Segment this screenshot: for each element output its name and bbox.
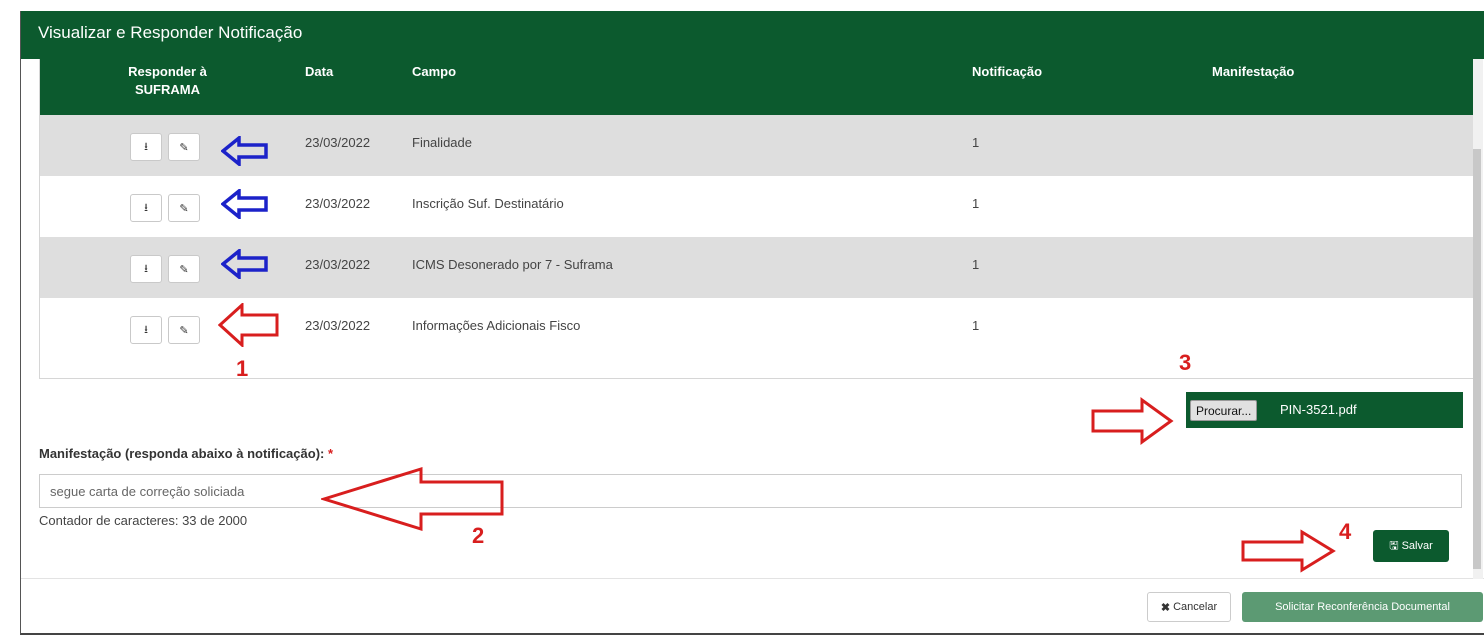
row-date: 23/03/2022 xyxy=(305,318,371,333)
download-icon: ⭳ xyxy=(144,140,148,153)
edit-button[interactable]: ✎ xyxy=(168,316,200,344)
annotation-arrow-right-red xyxy=(1091,397,1174,445)
cancel-button-label: Cancelar xyxy=(1173,601,1218,613)
notification-modal: Visualizar e Responder Notificação Respo… xyxy=(20,11,1484,635)
row-campo: ICMS Desonerado por 7 - Suframa xyxy=(412,257,613,272)
annotation-step-1: 1 xyxy=(236,356,249,381)
annotation-arrow-left-blue xyxy=(221,189,268,219)
annotation-step-4: 4 xyxy=(1339,519,1352,544)
modal-header: Visualizar e Responder Notificação xyxy=(21,11,1484,59)
edit-button[interactable]: ✎ xyxy=(168,133,200,161)
header-responder-line1: Responder à xyxy=(128,64,207,79)
row-campo: Finalidade xyxy=(412,135,472,150)
table-header: Responder à SUFRAMA Data Campo Notificaç… xyxy=(40,59,1481,115)
scrollbar[interactable] xyxy=(1473,59,1483,579)
header-manifestacao: Manifestação xyxy=(1212,64,1295,79)
row-notificacao: 1 xyxy=(972,196,980,211)
manifestation-label: Manifestação (responda abaixo à notifica… xyxy=(39,446,333,461)
manifestation-input[interactable] xyxy=(39,474,1462,508)
character-counter: Contador de caracteres: 33 de 2000 xyxy=(39,513,248,528)
header-responder: Responder à SUFRAMA xyxy=(110,63,225,99)
modal-title: Visualizar e Responder Notificação xyxy=(38,23,303,42)
file-upload-field[interactable]: Procurar... PIN-3521.pdf xyxy=(1186,392,1463,428)
annotation-arrow-right-red xyxy=(1241,529,1336,573)
annotation-arrow-left-blue xyxy=(221,249,268,279)
row-date: 23/03/2022 xyxy=(305,196,371,211)
download-icon: ⭳ xyxy=(144,262,148,275)
edit-icon: ✎ xyxy=(179,324,189,337)
save-button-label: Salvar xyxy=(1401,540,1433,552)
download-button[interactable]: ⭳ xyxy=(130,316,162,344)
close-icon: ✖ xyxy=(1160,601,1171,614)
selected-file-name: PIN-3521.pdf xyxy=(1280,402,1357,417)
edit-icon: ✎ xyxy=(179,141,189,154)
row-notificacao: 1 xyxy=(972,257,980,272)
download-button[interactable]: ⭳ xyxy=(130,194,162,222)
header-campo: Campo xyxy=(412,64,457,79)
row-date: 23/03/2022 xyxy=(305,257,371,272)
browse-button[interactable]: Procurar... xyxy=(1190,400,1258,421)
row-campo: Informações Adicionais Fisco xyxy=(412,318,581,333)
scrollbar-thumb[interactable] xyxy=(1473,149,1481,569)
download-button[interactable]: ⭳ xyxy=(130,133,162,161)
edit-icon: ✎ xyxy=(179,202,189,215)
row-date: 23/03/2022 xyxy=(305,135,371,150)
annotation-step-2: 2 xyxy=(472,523,485,548)
manifestation-label-text: Manifestação (responda abaixo à notifica… xyxy=(39,446,325,461)
edit-icon: ✎ xyxy=(179,263,189,276)
edit-button[interactable]: ✎ xyxy=(168,255,200,283)
download-icon: ⭳ xyxy=(144,323,148,336)
row-campo: Inscrição Suf. Destinatário xyxy=(412,196,564,211)
request-reconference-button[interactable]: Solicitar Reconferência Documental xyxy=(1242,592,1483,622)
cancel-button[interactable]: ✖ Cancelar xyxy=(1147,592,1231,622)
header-data: Data xyxy=(305,64,334,79)
annotation-arrow-left-red xyxy=(218,303,279,347)
row-notificacao: 1 xyxy=(972,318,980,333)
annotation-arrow-left-blue xyxy=(221,136,268,166)
footer-divider xyxy=(21,578,1484,579)
edit-button[interactable]: ✎ xyxy=(168,194,200,222)
header-notificacao: Notificação xyxy=(972,64,1043,79)
save-icon: 🖫 xyxy=(1389,539,1399,552)
download-button[interactable]: ⭳ xyxy=(130,255,162,283)
annotation-step-3: 3 xyxy=(1179,350,1192,375)
header-responder-line2: SUFRAMA xyxy=(135,82,200,97)
row-notificacao: 1 xyxy=(972,135,980,150)
save-button[interactable]: 🖫 Salvar xyxy=(1373,530,1449,562)
download-icon: ⭳ xyxy=(144,201,148,214)
required-asterisk: * xyxy=(327,446,334,461)
